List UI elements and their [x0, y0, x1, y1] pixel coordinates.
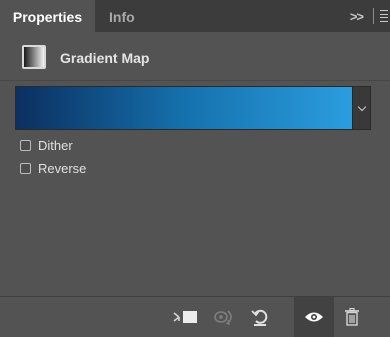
collapse-panel-icon[interactable]: >>: [350, 9, 364, 24]
tab-info[interactable]: Info: [109, 0, 135, 32]
reverse-label: Reverse: [38, 160, 87, 176]
reset-icon: [251, 309, 268, 326]
reverse-checkbox[interactable]: [20, 162, 31, 174]
panel-menu-icon[interactable]: [380, 10, 388, 22]
tab-properties[interactable]: Properties: [0, 0, 95, 32]
clip-to-layer-icon: [173, 311, 197, 323]
adjustment-header: Gradient Map: [0, 40, 390, 76]
gradient-picker: [15, 86, 371, 130]
visibility-eye-icon: [305, 312, 323, 322]
chevron-down-icon: [357, 102, 366, 111]
reverse-option[interactable]: Reverse: [20, 159, 86, 177]
toggle-visibility-button[interactable]: [294, 297, 334, 337]
adjustment-title: Gradient Map: [60, 50, 150, 66]
delete-trash-icon: [345, 308, 359, 326]
panel-tab-bar: Properties Info >>: [0, 0, 390, 32]
toolbar-separator: [373, 8, 374, 24]
clip-to-layer-button[interactable]: [164, 297, 208, 337]
gradient-dropdown-button[interactable]: [352, 87, 370, 129]
reset-button[interactable]: [242, 297, 278, 337]
dither-option[interactable]: Dither: [20, 136, 73, 154]
dither-label: Dither: [38, 137, 73, 153]
view-previous-state-button[interactable]: [206, 297, 242, 337]
properties-panel: Properties Info >> Gradient Map Dither R…: [0, 0, 390, 337]
dither-checkbox[interactable]: [20, 139, 31, 151]
gradient-preview-bar[interactable]: [16, 87, 352, 129]
panel-controls: >>: [350, 0, 390, 32]
view-previous-state-icon: [214, 310, 232, 326]
delete-button[interactable]: [336, 297, 368, 337]
header-divider: [0, 80, 390, 81]
bottom-toolbar: [0, 297, 390, 337]
gradient-map-adjustment-icon: [22, 45, 46, 69]
